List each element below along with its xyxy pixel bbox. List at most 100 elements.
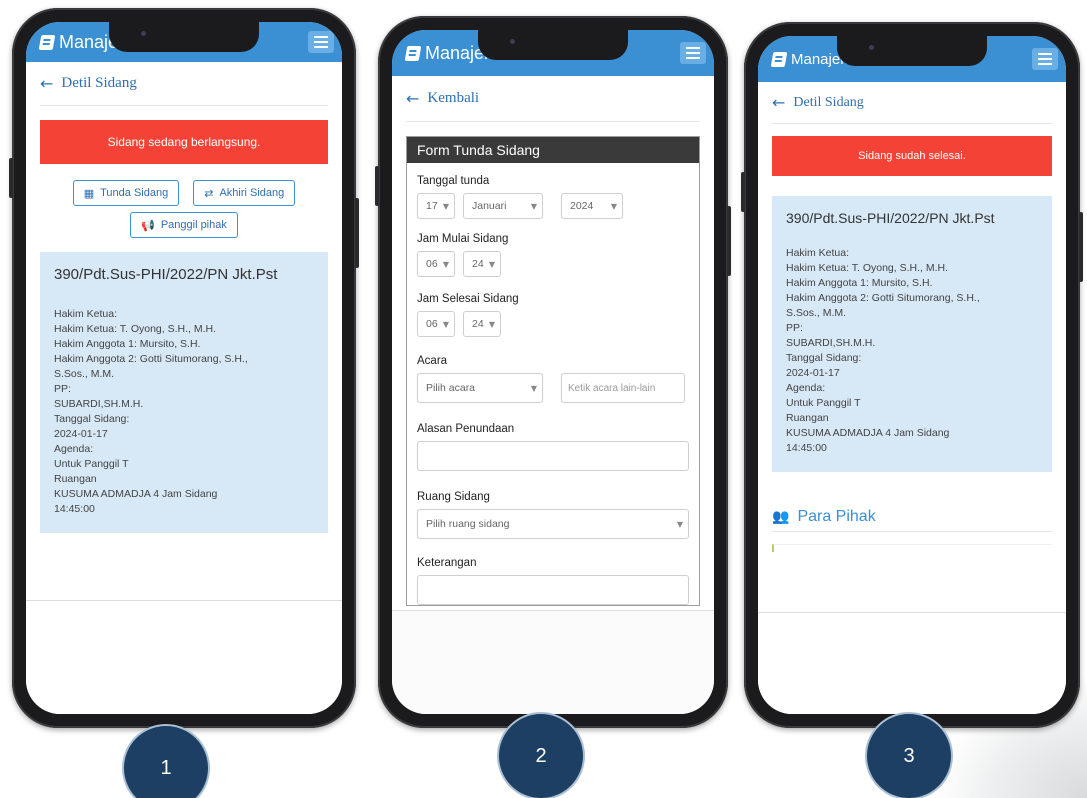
action-buttons: ▦ Tunda Sidang ⇄ Akhiri Sidang 📢 Panggil… xyxy=(40,180,328,238)
screen-bottom xyxy=(758,612,1066,714)
phone-3-screen: Manajemen ← Detil Sidang Sidang sudah se… xyxy=(758,36,1066,714)
bullhorn-icon: 📢 xyxy=(141,218,155,232)
tunda-sidang-button[interactable]: ▦ Tunda Sidang xyxy=(72,180,180,206)
back-label: Detil Sidang xyxy=(61,75,137,91)
step-badge-2: 2 xyxy=(497,712,585,798)
detail-line: PP: xyxy=(786,322,803,334)
jam-selesai-label: Jam Selesai Sidang xyxy=(417,293,519,305)
detail-line: Hakim Ketua: T. Oyong, S.H., M.H. xyxy=(54,323,217,335)
stage: Manajemen ← Detil Sidang Sidang sedang b… xyxy=(0,0,1087,798)
para-pihak-heading: 👥 Para Pihak xyxy=(772,506,1052,532)
tunda-sidang-label: Tunda Sidang xyxy=(100,187,169,199)
panggil-pihak-label: Panggil pihak xyxy=(160,219,227,231)
case-details: Hakim Ketua: Hakim Ketua: T. Oyong, S.H.… xyxy=(786,246,1038,456)
ruang-select[interactable]: Pilih ruang sidang ▼ xyxy=(417,509,689,539)
detail-line: KUSUMA ADMADJA 4 Jam Sidang xyxy=(54,488,218,500)
case-details: Hakim Ketua: Hakim Ketua: T. Oyong, S.H.… xyxy=(54,307,314,517)
case-card: 390/Pdt.Sus-PHI/2022/PN Jkt.Pst Hakim Ke… xyxy=(772,196,1052,472)
month-value: Januari xyxy=(472,200,507,212)
phone-2: Manajemen ← Kembali Form Tunda Sidang Ta… xyxy=(375,16,731,728)
start-minute-value: 24 xyxy=(472,258,484,270)
ruang-label: Ruang Sidang xyxy=(417,491,490,503)
para-pihak-list xyxy=(772,544,1052,552)
back-link[interactable]: ← Kembali xyxy=(406,76,700,122)
chevron-down-icon: ▼ xyxy=(442,319,449,329)
arrow-left-icon: ← xyxy=(40,74,54,93)
start-hour-select[interactable]: 06 ▼ xyxy=(417,251,455,277)
month-select[interactable]: Januari ▼ xyxy=(463,193,543,219)
detail-line: Ruangan xyxy=(54,473,97,485)
case-card: 390/Pdt.Sus-PHI/2022/PN Jkt.Pst Hakim Ke… xyxy=(40,252,328,533)
alasan-input[interactable] xyxy=(417,441,689,471)
case-number: 390/Pdt.Sus-PHI/2022/PN Jkt.Pst xyxy=(786,210,995,226)
users-icon: 👥 xyxy=(772,508,790,525)
detail-line: Tanggal Sidang: xyxy=(786,352,862,364)
acara-select[interactable]: Pilih acara ▼ xyxy=(417,373,543,403)
keterangan-label: Keterangan xyxy=(417,557,477,569)
book-icon xyxy=(404,45,422,61)
akhiri-sidang-button[interactable]: ⇄ Akhiri Sidang xyxy=(193,180,296,206)
form-title: Form Tunda Sidang xyxy=(407,137,699,163)
arrow-left-icon: ← xyxy=(772,93,786,112)
chevron-down-icon: ▼ xyxy=(610,201,617,211)
ruang-value: Pilih ruang sidang xyxy=(426,518,510,530)
notch xyxy=(478,30,628,60)
book-icon xyxy=(770,51,788,67)
day-select[interactable]: 17 ▼ xyxy=(417,193,455,219)
screen-bottom xyxy=(26,600,342,714)
year-value: 2024 xyxy=(570,200,594,212)
phone-2-screen: Manajemen ← Kembali Form Tunda Sidang Ta… xyxy=(392,30,714,714)
detail-line: KUSUMA ADMADJA 4 Jam Sidang xyxy=(786,427,950,439)
chevron-down-icon: ▼ xyxy=(676,519,683,529)
start-minute-select[interactable]: 24 ▼ xyxy=(463,251,501,277)
detail-line: Hakim Ketua: xyxy=(786,247,850,259)
panggil-pihak-button[interactable]: 📢 Panggil pihak xyxy=(130,212,238,238)
chevron-down-icon: ▼ xyxy=(488,259,495,269)
book-icon xyxy=(38,34,56,50)
end-hour-value: 06 xyxy=(426,318,438,330)
chevron-down-icon: ▼ xyxy=(530,383,537,393)
year-select[interactable]: 2024 ▼ xyxy=(561,193,623,219)
chevron-down-icon: ▼ xyxy=(530,201,537,211)
end-hour-select[interactable]: 06 ▼ xyxy=(417,311,455,337)
back-link[interactable]: ← Detil Sidang xyxy=(40,62,328,106)
detail-line: SUBARDI,SH.M.H. xyxy=(786,337,876,349)
notch xyxy=(109,22,259,52)
end-minute-select[interactable]: 24 ▼ xyxy=(463,311,501,337)
detail-line: Hakim Anggota 2: Gotti Situmorang, S.H., xyxy=(54,353,248,365)
phone-3: Manajemen ← Detil Sidang Sidang sudah se… xyxy=(741,22,1083,728)
acara-lain-input[interactable]: Ketik acara lain-lain xyxy=(561,373,685,403)
tunda-form: Form Tunda Sidang Tanggal tunda 17 ▼ Janu… xyxy=(406,136,700,606)
back-label: Kembali xyxy=(427,90,480,106)
hamburger-menu-button[interactable] xyxy=(308,31,334,53)
arrow-left-icon: ← xyxy=(406,89,420,108)
end-minute-value: 24 xyxy=(472,318,484,330)
detail-line: 14:45:00 xyxy=(786,442,827,454)
chevron-down-icon: ▼ xyxy=(442,259,449,269)
detail-line: Ruangan xyxy=(786,412,829,424)
keterangan-input[interactable] xyxy=(417,575,689,605)
chevron-down-icon: ▼ xyxy=(488,319,495,329)
hamburger-menu-button[interactable] xyxy=(680,42,706,64)
status-alert: Sidang sudah selesai. xyxy=(772,136,1052,176)
detail-line: Agenda: xyxy=(786,382,826,394)
detail-line: Untuk Panggil T xyxy=(786,397,861,409)
detail-line: PP: xyxy=(54,383,71,395)
detail-line: Hakim Anggota 1: Mursito, S.H. xyxy=(54,338,201,350)
day-value: 17 xyxy=(426,200,438,212)
back-link[interactable]: ← Detil Sidang xyxy=(772,82,1052,124)
para-pihak-label: Para Pihak xyxy=(797,507,876,525)
detail-line: S.Sos., M.M. xyxy=(786,307,847,319)
back-label: Detil Sidang xyxy=(793,94,864,110)
jam-mulai-label: Jam Mulai Sidang xyxy=(417,233,509,245)
detail-line: Tanggal Sidang: xyxy=(54,413,130,425)
screen-bottom xyxy=(392,610,714,714)
detail-line: Untuk Panggil T xyxy=(54,458,129,470)
detail-line: 2024-01-17 xyxy=(54,428,108,440)
chevron-down-icon: ▼ xyxy=(442,201,449,211)
hamburger-menu-button[interactable] xyxy=(1032,48,1058,70)
detail-line: Agenda: xyxy=(54,443,94,455)
detail-line: 14:45:00 xyxy=(54,503,95,515)
detail-line: S.Sos., M.M. xyxy=(54,368,115,380)
start-hour-value: 06 xyxy=(426,258,438,270)
